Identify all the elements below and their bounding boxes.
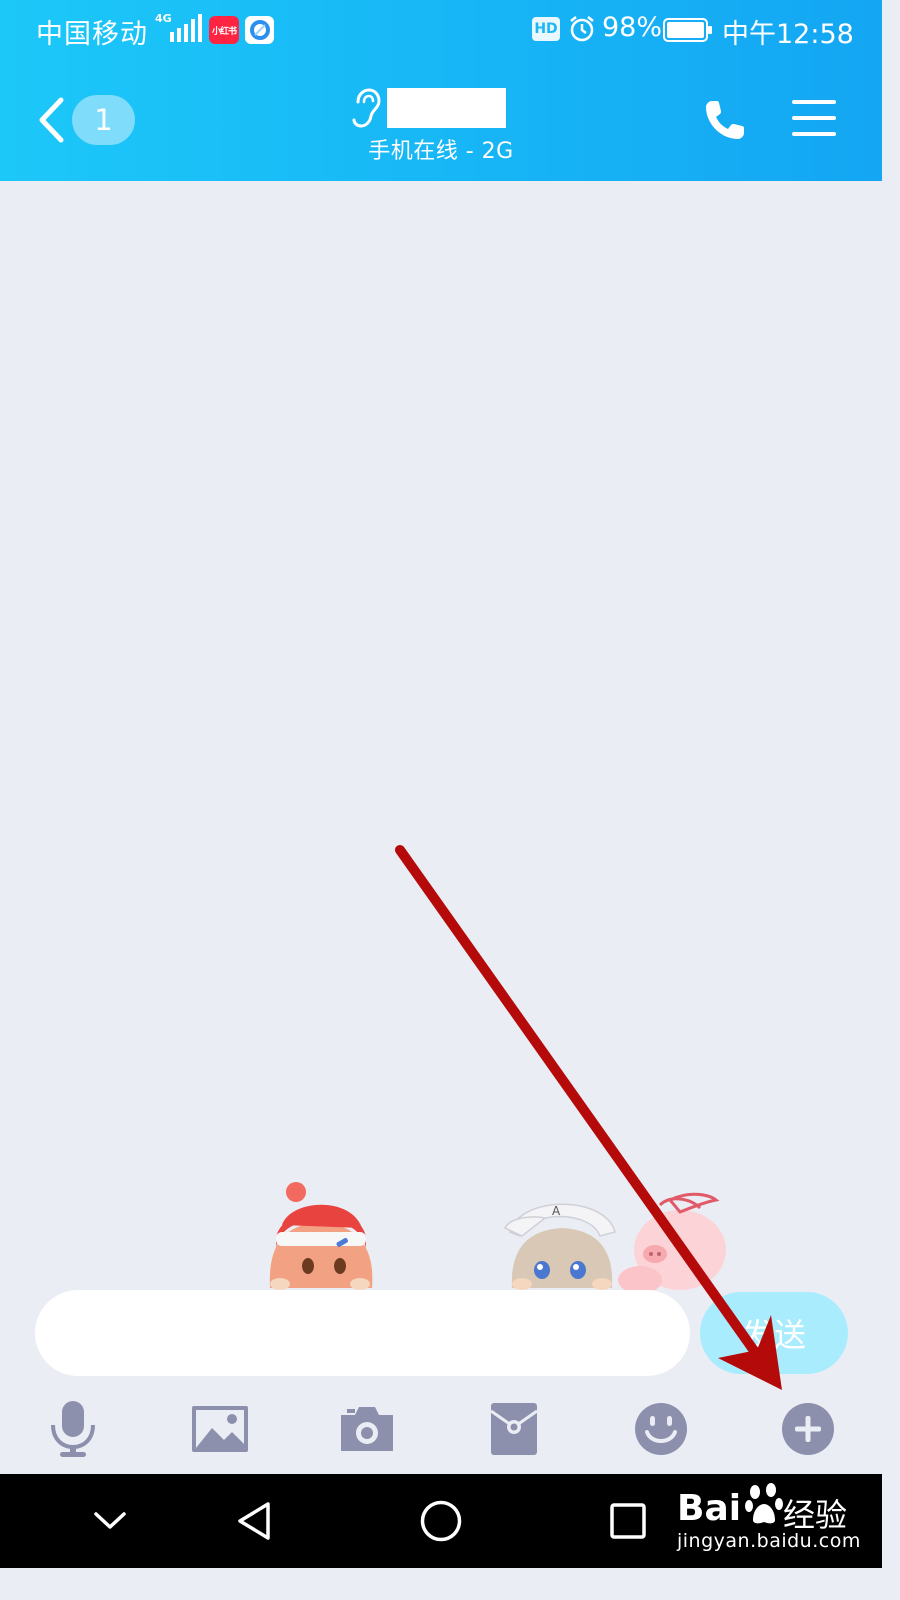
sticker-character-cap: A (503, 1203, 616, 1290)
chat-header: 中国移动 4G 小红书 HD 98% 中午12:58 1 手机在线 - 2G (0, 0, 882, 181)
send-button[interactable]: 发送 (700, 1292, 848, 1374)
microphone-icon[interactable] (38, 1394, 108, 1464)
watermark-url: jingyan.baidu.com (677, 1530, 861, 1552)
emoji-icon[interactable] (626, 1394, 696, 1464)
home-circle-icon[interactable] (410, 1474, 472, 1568)
paw-icon (745, 1483, 783, 1524)
message-input[interactable] (35, 1290, 690, 1376)
baidu-jingyan-watermark: Bai 经验 jingyan.baidu.com (675, 1474, 875, 1568)
signal-icon (170, 14, 202, 42)
xiaohongshu-icon: 小红书 (209, 16, 239, 44)
menu-icon[interactable] (792, 98, 836, 138)
battery-icon (663, 18, 712, 42)
recent-apps-icon[interactable] (598, 1474, 658, 1568)
phone-icon[interactable] (703, 98, 747, 142)
online-status: 手机在线 - 2G (368, 139, 514, 164)
red-packet-icon[interactable] (479, 1394, 549, 1464)
svg-text:A: A (552, 1204, 561, 1218)
battery-percent: 98% (602, 12, 663, 43)
plus-icon[interactable] (773, 1394, 843, 1464)
browser-icon (245, 16, 274, 44)
chat-message-area[interactable] (0, 181, 882, 1289)
ear-icon (352, 88, 381, 128)
camera-icon[interactable] (332, 1394, 402, 1464)
sticker-peek-decoration: A (269, 1182, 726, 1290)
hd-icon: HD (532, 17, 560, 41)
sticker-character-beanie (269, 1182, 373, 1290)
collapse-icon[interactable] (80, 1474, 140, 1568)
title-bar: 1 手机在线 - 2G (0, 60, 882, 181)
sticker-pig (618, 1192, 726, 1290)
status-bar: 中国移动 4G 小红书 HD 98% 中午12:58 (0, 0, 882, 60)
image-icon[interactable] (185, 1394, 255, 1464)
watermark-brand: Bai (677, 1488, 742, 1529)
carrier-name: 中国移动 (36, 19, 148, 50)
chat-toolbar (0, 1380, 882, 1474)
contact-name (387, 88, 506, 128)
back-triangle-icon[interactable] (224, 1474, 284, 1568)
alarm-icon (570, 16, 594, 42)
clock: 中午12:58 (722, 19, 854, 50)
